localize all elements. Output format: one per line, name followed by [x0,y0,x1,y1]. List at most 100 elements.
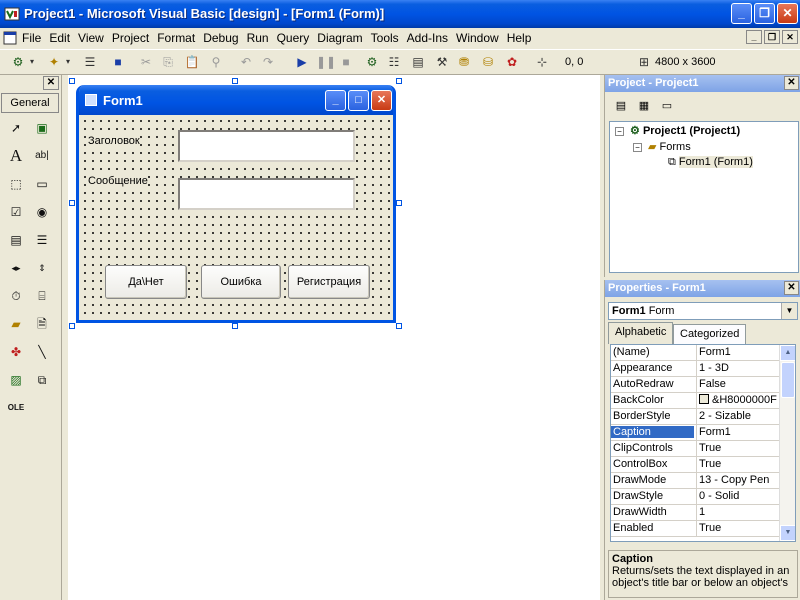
menu-file[interactable]: File [22,31,41,45]
property-row[interactable]: ClipControls True [611,441,779,457]
property-row[interactable]: AutoRedraw False [611,377,779,393]
undo-icon[interactable]: ↶ [238,54,254,70]
resize-handle-ne[interactable] [396,78,402,84]
collapse-project-icon[interactable]: − [615,127,624,136]
project-explorer-close-button[interactable]: ✕ [784,76,799,90]
menu-query[interactable]: Query [277,31,310,45]
drivelistbox-icon[interactable]: ⌸ [30,285,54,307]
menu-help[interactable]: Help [507,31,532,45]
view-code-icon[interactable]: ▤ [611,97,631,115]
form-maximize-button[interactable]: □ [348,90,369,111]
resize-handle-se[interactable] [396,323,402,329]
hscrollbar-icon[interactable]: ◂▸ [4,257,28,279]
property-value[interactable]: 13 - Copy Pen [699,474,779,486]
image-icon[interactable]: ▨ [4,369,28,391]
resize-handle-w[interactable] [69,200,75,206]
menu-diagram[interactable]: Diagram [317,31,362,45]
checkbox-icon[interactable]: ☑ [4,201,28,223]
property-value[interactable]: Form1 [699,426,779,438]
component-manager-icon[interactable]: ✿ [504,54,520,70]
forms-folder-node[interactable]: ▰ Forms [648,140,691,153]
property-value[interactable]: 1 [699,506,779,518]
option-button-icon[interactable]: ◉ [30,201,54,223]
copy-icon[interactable]: ⎘ [160,54,176,70]
frame-icon[interactable]: ⬚ [4,173,28,195]
property-value[interactable]: Form1 [699,346,779,358]
label-icon[interactable]: A [4,145,28,167]
property-row[interactable]: DrawMode 13 - Copy Pen [611,473,779,489]
restore-button[interactable]: ❐ [754,3,775,24]
form1-node[interactable]: ⧉ Form1 (Form1) [668,156,753,169]
project-node[interactable]: ⚙ Project1 (Project1) [630,124,740,137]
timer-icon[interactable]: ⏱ [4,285,28,307]
vscrollbar-icon[interactable]: ⇕ [30,257,54,279]
property-row[interactable]: DrawStyle 0 - Solid [611,489,779,505]
menu-view[interactable]: View [78,31,104,45]
object-combobox[interactable]: Form1 Form ▼ [608,302,798,320]
save-icon[interactable]: ■ [110,54,126,70]
paste-icon[interactable]: 📋 [184,54,200,70]
add-project-dropdown-icon[interactable]: ▾ [24,54,40,70]
message-label[interactable]: Сообщение [88,175,148,187]
start-icon[interactable]: ▶ [294,54,310,70]
property-row[interactable]: BorderStyle 2 - Sizable [611,409,779,425]
resize-handle-s[interactable] [232,323,238,329]
cut-icon[interactable]: ✂ [138,54,154,70]
menu-format[interactable]: Format [157,31,195,45]
combobox-icon[interactable]: ▤ [4,229,28,251]
object-browser-icon[interactable]: ⚒ [434,54,450,70]
pointer-icon[interactable]: ➚ [4,117,28,139]
redo-icon[interactable]: ↷ [260,54,276,70]
line-icon[interactable]: ╲ [30,341,54,363]
property-value[interactable]: 0 - Solid [699,490,779,502]
property-row[interactable]: (Name) Form1 [611,345,779,361]
chevron-down-icon[interactable]: ▼ [781,303,797,319]
menu-tools[interactable]: Tools [371,31,399,45]
break-icon[interactable]: ❚❚ [316,54,336,70]
yes-no-button[interactable]: Да\Нет [105,265,187,299]
properties-window-icon[interactable]: ☷ [386,54,402,70]
menu-addins[interactable]: Add-Ins [407,31,448,45]
end-icon[interactable]: ■ [338,54,354,70]
scroll-down-icon[interactable]: ▼ [780,525,795,541]
filelistbox-icon[interactable]: 🗎 [30,313,54,335]
resize-handle-n[interactable] [232,78,238,84]
property-row[interactable]: ControlBox True [611,457,779,473]
toggle-folders-icon[interactable]: ▭ [657,97,677,115]
menu-run[interactable]: Run [247,31,269,45]
mdi-minimize-button[interactable]: _ [746,30,762,44]
view-object-icon[interactable]: ▦ [634,97,654,115]
mdi-restore-button[interactable]: ❐ [764,30,780,44]
scroll-up-icon[interactable]: ▲ [780,345,795,361]
property-value[interactable]: &H8000000F [699,394,779,406]
property-row[interactable]: Enabled True [611,521,779,537]
resize-handle-e[interactable] [396,200,402,206]
tab-categorized[interactable]: Categorized [673,324,747,344]
menu-edit[interactable]: Edit [49,31,70,45]
scrollbar-thumb[interactable] [781,362,795,398]
form-icon[interactable] [3,31,17,45]
property-value[interactable]: 2 - Sizable [699,410,779,422]
mdi-close-button[interactable]: ✕ [782,30,798,44]
properties-close-button[interactable]: ✕ [784,281,799,295]
dirlistbox-icon[interactable]: ▰ [4,313,28,335]
property-value[interactable]: True [699,442,779,454]
property-row-selected[interactable]: Caption Form1 [611,425,779,441]
form-client-area[interactable]: Заголовок Сообщение Да\Нет Ошибка Регист… [79,115,393,320]
property-grid-scrollbar[interactable]: ▲ ▼ [779,345,795,541]
data-view-icon[interactable]: ⛁ [480,54,496,70]
menu-debug[interactable]: Debug [203,31,238,45]
message-textbox[interactable] [178,178,355,210]
textbox-icon[interactable]: ab| [30,145,54,167]
menu-window[interactable]: Window [456,31,499,45]
project-explorer-icon[interactable]: ⚙ [364,54,380,70]
data-control-icon[interactable]: ⧉ [30,369,54,391]
title-textbox[interactable] [178,130,355,162]
toolbox-general-tab[interactable]: General [1,93,59,113]
resize-handle-nw[interactable] [69,78,75,84]
ole-icon[interactable]: OLE [4,397,28,419]
close-button[interactable]: ✕ [777,3,798,24]
property-value[interactable]: 1 - 3D [699,362,779,374]
shape-icon[interactable]: ✤ [4,341,28,363]
command-button-icon[interactable]: ▭ [30,173,54,195]
